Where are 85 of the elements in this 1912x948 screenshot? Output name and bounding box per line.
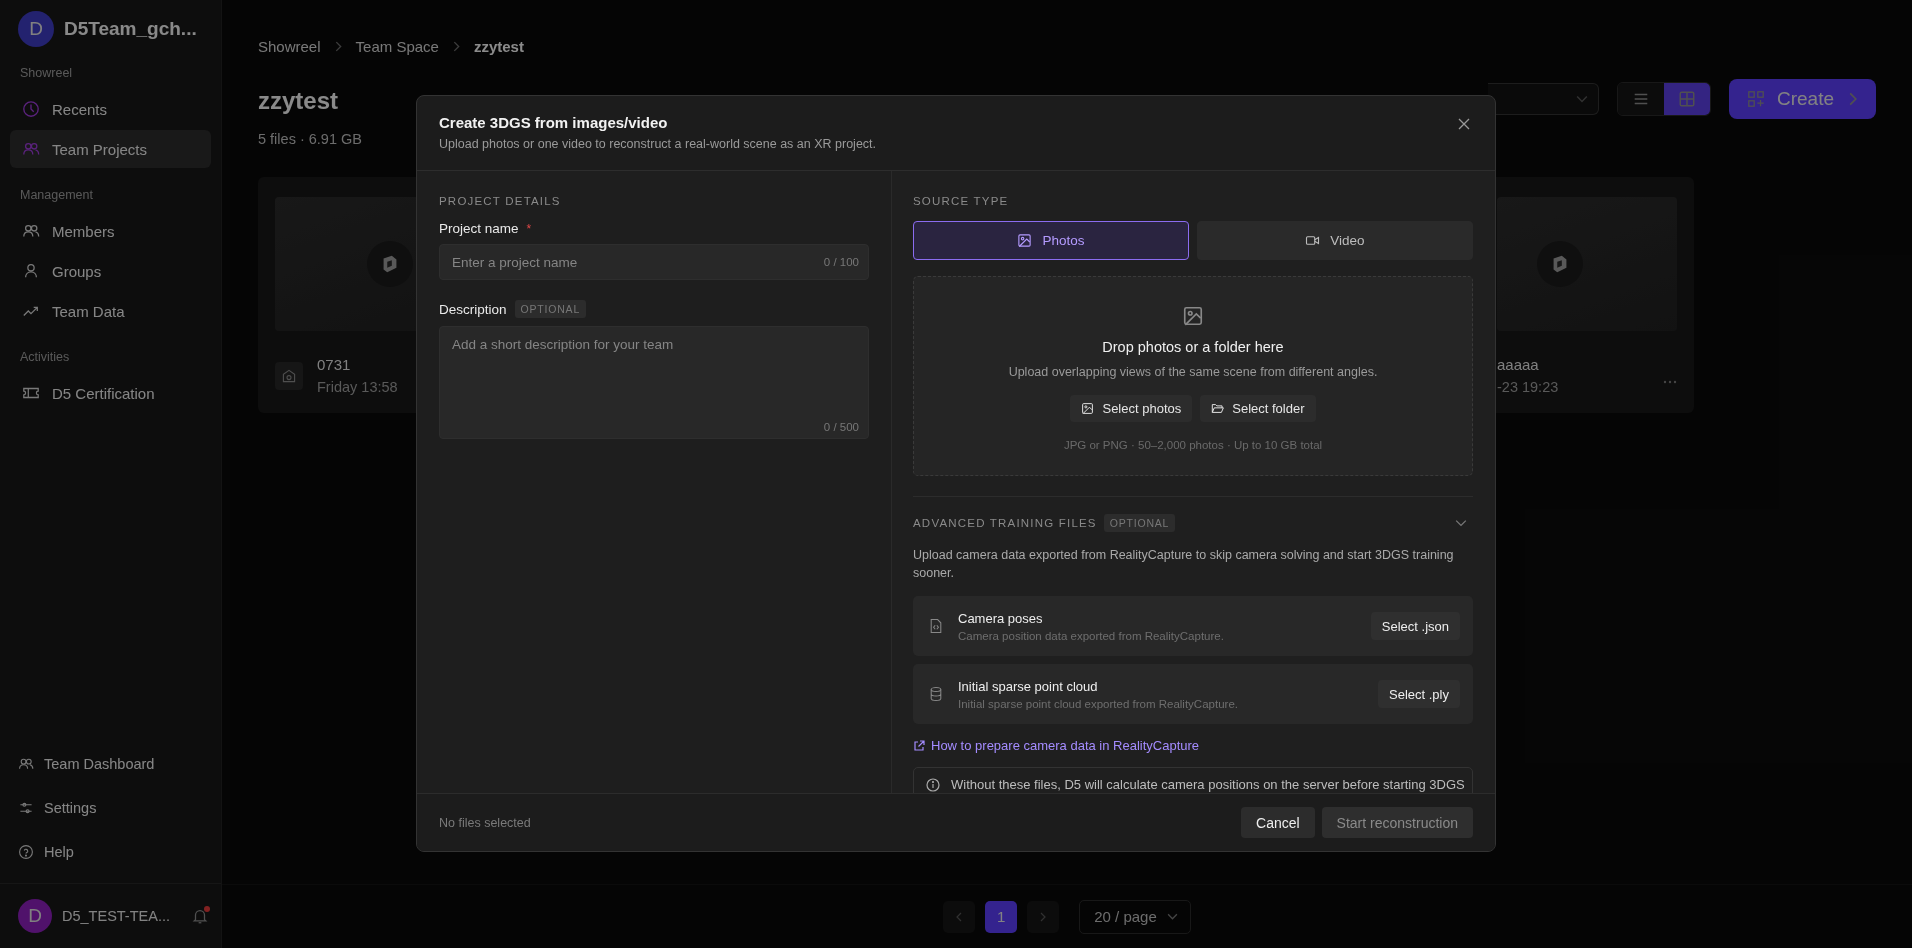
page-title: zzytest	[258, 87, 340, 115]
chevron-down-icon	[1166, 911, 1178, 922]
page-button[interactable]: 1	[985, 900, 1018, 933]
nav-item[interactable]: Settings	[10, 787, 211, 829]
add-grid-icon	[1746, 90, 1765, 108]
chevron-down-icon[interactable]	[1455, 517, 1467, 529]
code-file-icon	[928, 618, 944, 634]
section-label: Showreel	[19, 65, 74, 82]
nav-item[interactable]: Groups	[10, 252, 211, 290]
file-description: Initial sparse point cloud exported from RealityCapture.	[958, 697, 1239, 710]
select-file-button[interactable]: Select .json	[1370, 612, 1460, 640]
next-page-button[interactable]	[1027, 900, 1060, 933]
sort-dropdown[interactable]	[1487, 83, 1599, 115]
select-button[interactable]: Select photos	[1070, 395, 1193, 422]
image-icon	[1017, 233, 1033, 248]
project-date: -23 19:23	[1497, 379, 1560, 395]
advanced-description: Upload camera data exported from RealityCapture to skip camera solving and start 3DGS training sooner.	[913, 547, 1455, 582]
help-link[interactable]: How to prepare camera data in RealityCapture	[913, 738, 1473, 753]
nav-item[interactable]: Team Dashboard	[10, 743, 211, 785]
project-name: 0731	[317, 356, 352, 373]
folder-icon	[1211, 402, 1225, 415]
select-file-button[interactable]: Select .ply	[1378, 680, 1460, 708]
file-title: Initial sparse point cloud	[958, 678, 1099, 694]
database-icon	[928, 686, 944, 702]
project-name: aaaaa	[1497, 356, 1540, 373]
logo-icon	[1537, 241, 1583, 287]
nav-item[interactable]: D5 Certification	[10, 374, 211, 412]
sliders-icon	[18, 800, 34, 816]
grid-icon	[1677, 90, 1696, 108]
project-date: Friday 13:58	[317, 379, 399, 395]
bell-icon[interactable]	[191, 907, 209, 925]
create-button[interactable]: Create	[1728, 79, 1876, 119]
page-size-dropdown[interactable]: 20 / page	[1079, 899, 1191, 934]
dialog-subtitle: Upload photos or one video to reconstruct a real-world scene as an XR project.	[439, 137, 877, 151]
optional-tag: OPTIONAL	[1103, 514, 1176, 532]
list-view-button[interactable]	[1617, 83, 1664, 115]
character-count: 0 / 500	[823, 421, 859, 433]
grid-view-button[interactable]	[1663, 83, 1710, 115]
drop-hint: Upload overlapping views of the same scene from different angles.	[1008, 365, 1378, 379]
image-icon	[1081, 402, 1095, 415]
drop-title: Drop photos or a folder here	[1102, 339, 1284, 355]
breadcrumb-link[interactable]: Team Space	[355, 38, 439, 55]
video-camera-icon	[1305, 233, 1321, 248]
file-summary: 5 files · 6.91 GB	[258, 131, 362, 147]
breadcrumb-link[interactable]: Showreel	[258, 38, 321, 55]
file-title: Camera poses	[958, 610, 1044, 626]
section-label: Management	[19, 187, 94, 204]
user-avatar[interactable]: D	[18, 899, 52, 933]
person-icon	[22, 262, 40, 280]
dialog-title: Create 3DGS from images/video	[439, 114, 669, 131]
chevron-down-icon	[1575, 93, 1588, 105]
people-icon	[18, 756, 34, 772]
info-text: Without these files, D5 will calculate camera positions on the server before starting 3DGS	[951, 777, 1465, 792]
cancel-button[interactable]: Cancel	[1241, 807, 1315, 838]
close-icon[interactable]	[1456, 116, 1472, 132]
nav-item[interactable]: Help	[10, 831, 211, 873]
section-label: Activities	[19, 349, 71, 366]
file-limits: JPG or PNG · 50–2,000 photos · Up to 10 GB total	[1063, 439, 1323, 451]
project-type-icon	[275, 361, 303, 390]
help-icon	[18, 844, 34, 860]
nav-item[interactable]: Team Data	[10, 292, 211, 330]
external-link-icon	[913, 739, 925, 752]
team-name[interactable]: D5Team_gch...	[64, 18, 197, 40]
section-heading: ADVANCED TRAINING FILES	[913, 517, 1097, 529]
breadcrumb-link[interactable]: zzytest	[473, 38, 524, 55]
logo-icon	[367, 241, 413, 287]
file-description: Camera position data exported from RealityCapture.	[958, 629, 1225, 642]
image-icon	[1182, 305, 1204, 327]
previous-page-button[interactable]	[943, 900, 976, 933]
nav-item[interactable]: Recents	[10, 90, 211, 128]
source-type-tab[interactable]: Photos	[913, 221, 1189, 260]
selection-status: No files selected	[439, 815, 531, 830]
optional-tag: OPTIONAL	[514, 300, 587, 318]
nav-item[interactable]: Members	[10, 212, 211, 250]
source-type-tab[interactable]: Video	[1197, 221, 1473, 260]
select-button[interactable]: Select folder	[1200, 395, 1316, 422]
nav-item[interactable]: Team Projects	[10, 130, 211, 168]
character-count: 0 / 100	[823, 256, 859, 268]
required-mark: *	[526, 221, 532, 236]
clock-icon	[22, 100, 40, 118]
drop-zone[interactable]: Drop photos or a folder here Upload overlapping views of the same scene from different angles. Select photos Select folder JPG or PNG · 50–2,000 photos · Up to 10 GB total	[913, 276, 1473, 476]
info-icon	[926, 778, 940, 792]
user-name[interactable]: D5_TEST-TEA...	[62, 908, 181, 924]
team-avatar[interactable]: D	[18, 11, 54, 47]
section-heading: SOURCE TYPE	[913, 195, 1010, 207]
